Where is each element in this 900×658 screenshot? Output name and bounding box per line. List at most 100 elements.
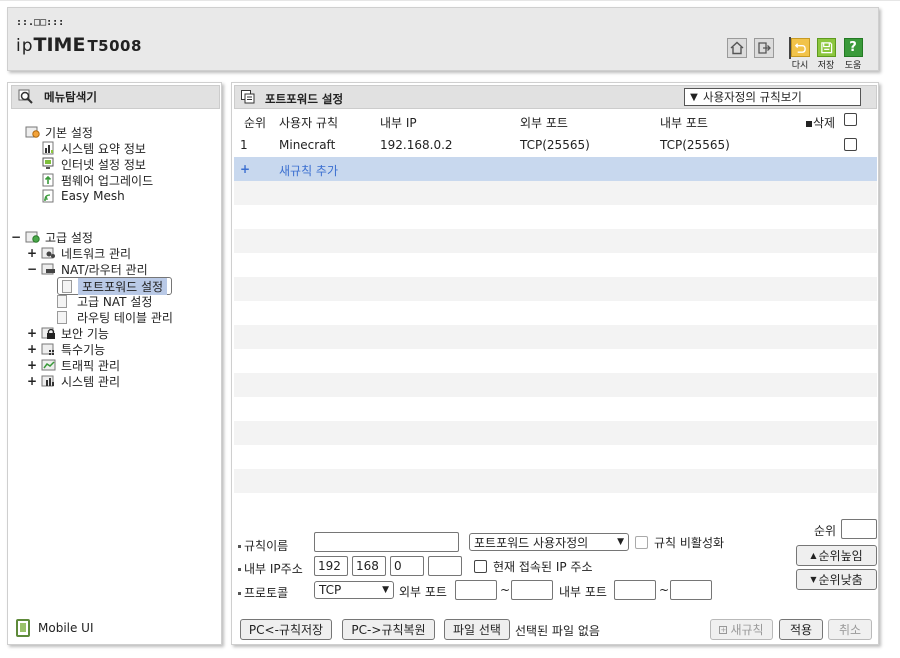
current-ip-checkbox[interactable] <box>474 560 487 573</box>
empty-row <box>234 421 877 445</box>
logo-time: TIME <box>33 34 86 56</box>
internal-port-end[interactable] <box>670 580 712 600</box>
protocol-select[interactable]: TCP ▼ <box>314 581 394 599</box>
tree-item-traffic[interactable]: + 트래픽 관리 <box>27 357 120 373</box>
rule-form: 규칙이름 포트포워드 사용자정의 ▼ 규칙 비활성화 순위 내부 IP주소 192… <box>234 517 877 643</box>
tree-item-routing-table[interactable]: 라우팅 테이블 관리 <box>57 309 177 325</box>
current-ip-label: 현재 접속된 IP 주소 <box>493 560 593 574</box>
save-to-pc-button[interactable]: PC<-규칙저장 <box>240 619 332 640</box>
traffic-icon <box>41 358 57 372</box>
tree-item-network[interactable]: + 네트워크 관리 <box>27 245 131 261</box>
internal-port-label: 내부 포트 <box>559 585 607 599</box>
plus-icon: + <box>719 625 728 634</box>
page-title: 포트포워드 설정 <box>265 92 344 106</box>
tree-basic-settings[interactable]: 기본 설정 <box>25 124 93 140</box>
home-icon <box>730 41 744 55</box>
tree-item-firmware-upgrade[interactable]: 펌웨어 업그레이드 <box>41 172 153 188</box>
sidebar-title: 메뉴탐색기 <box>44 90 97 104</box>
ip-octet-4[interactable] <box>428 556 462 576</box>
rank-label: 순위 <box>814 524 837 538</box>
empty-row <box>234 301 877 325</box>
tree-advanced-settings[interactable]: − 고급 설정 <box>11 229 93 245</box>
col-delete: 삭제 <box>806 114 835 131</box>
empty-row <box>234 229 877 253</box>
tree-item-special[interactable]: + 특수기능 <box>27 341 105 357</box>
logout-button[interactable] <box>754 38 774 58</box>
external-port-start[interactable] <box>455 580 497 600</box>
tree-item-advanced-nat[interactable]: 고급 NAT 설정 <box>57 293 156 309</box>
add-rule-label: 새규칙 추가 <box>279 164 339 178</box>
chart-doc-icon <box>41 374 57 388</box>
external-port-end[interactable] <box>511 580 553 600</box>
collapse-toggle[interactable]: − <box>11 230 21 244</box>
new-rule-button[interactable]: + 새규칙 <box>710 619 773 640</box>
chart-doc-icon <box>41 141 57 155</box>
folder-gear-icon <box>25 230 41 244</box>
disable-rule-checkbox[interactable] <box>635 536 648 549</box>
cell-ip: 192.168.0.2 <box>380 138 453 152</box>
table-row[interactable]: 1 Minecraft 192.168.0.2 TCP(25565) TCP(2… <box>234 133 877 157</box>
help-label: 도움 <box>844 61 862 71</box>
lock-icon <box>41 326 57 340</box>
home-button[interactable] <box>727 38 747 58</box>
internal-ip-label: 내부 IP주소 <box>238 560 303 577</box>
cell-rank: 1 <box>240 138 248 152</box>
up-triangle-icon: ▲ <box>810 551 817 560</box>
range-tilde: ~ <box>659 583 670 597</box>
upgrade-icon <box>41 173 57 187</box>
save-button[interactable] <box>816 37 836 57</box>
add-rule-row[interactable]: + 새규칙 추가 <box>234 157 877 181</box>
tree-item-nat-router[interactable]: − NAT/라우터 관리 <box>27 261 148 277</box>
view-rules-select[interactable]: ▼ 사용자정의 규칙보기 <box>684 88 861 106</box>
protocol-label: 프로토콜 <box>238 584 288 601</box>
chevron-down-icon: ▼ <box>617 537 624 547</box>
down-triangle-icon: ▼ <box>810 575 817 584</box>
rule-name-label: 규칙이름 <box>238 537 288 554</box>
undo-button[interactable] <box>790 37 810 57</box>
col-external-port: 외부 포트 <box>520 116 568 130</box>
select-all-checkbox[interactable] <box>844 113 857 126</box>
tree-item-internet-info[interactable]: 인터넷 설정 정보 <box>41 156 146 172</box>
empty-row <box>234 277 877 301</box>
sidebar-header: 메뉴탐색기 <box>11 85 220 109</box>
file-select-button[interactable]: 파일 선택 <box>444 619 510 640</box>
cancel-button[interactable]: 취소 <box>828 619 872 640</box>
page-icon <box>57 310 67 324</box>
col-internal-port: 내부 포트 <box>660 116 708 130</box>
rule-name-input[interactable] <box>314 532 459 552</box>
mobile-ui-link[interactable]: Mobile UI <box>16 618 94 638</box>
internal-port-start[interactable] <box>614 580 656 600</box>
magnifier-icon <box>18 89 33 104</box>
apply-button[interactable]: 적용 <box>779 619 823 640</box>
ip-octet-3[interactable]: 0 <box>390 556 424 576</box>
save-label: 저장 <box>817 61 835 71</box>
row-delete-checkbox[interactable] <box>844 138 857 151</box>
col-internal-ip: 내부 IP <box>380 116 417 130</box>
mobile-icon <box>16 619 30 637</box>
rank-up-button[interactable]: ▲ 순위높임 <box>796 545 877 566</box>
table-header: 순위 사용자 규칙 내부 IP 외부 포트 내부 포트 삭제 <box>234 110 877 134</box>
rank-input[interactable] <box>841 519 877 539</box>
tree-item-system-summary[interactable]: 시스템 요약 정보 <box>41 140 146 156</box>
router-icon <box>41 262 57 276</box>
rank-down-button[interactable]: ▼ 순위낮춤 <box>796 569 877 590</box>
tree-item-easy-mesh[interactable]: Easy Mesh <box>41 188 125 204</box>
empty-row <box>234 205 877 229</box>
window-icon <box>241 90 255 104</box>
ip-octet-1[interactable]: 192 <box>314 556 348 576</box>
folder-gear-icon <box>25 125 41 139</box>
header: ::.□□::: ip TIME T5008 다시 저장 ? 도움 <box>7 7 879 71</box>
ip-octet-2[interactable]: 168 <box>352 556 386 576</box>
tree-item-security[interactable]: + 보안 기능 <box>27 325 109 341</box>
tree-item-system[interactable]: + 시스템 관리 <box>27 373 120 389</box>
mobile-ui-label: Mobile UI <box>38 621 94 635</box>
restore-from-pc-button[interactable]: PC->규칙복원 <box>342 619 435 640</box>
preset-select[interactable]: 포트포워드 사용자정의 ▼ <box>469 533 629 551</box>
top-divider <box>0 0 900 4</box>
empty-row <box>234 469 877 493</box>
help-button[interactable]: ? <box>843 37 863 57</box>
grid-icon <box>41 342 57 356</box>
main-header: 포트포워드 설정 ▼ 사용자정의 규칙보기 <box>234 85 877 109</box>
empty-row <box>234 325 877 349</box>
range-tilde: ~ <box>500 583 511 597</box>
